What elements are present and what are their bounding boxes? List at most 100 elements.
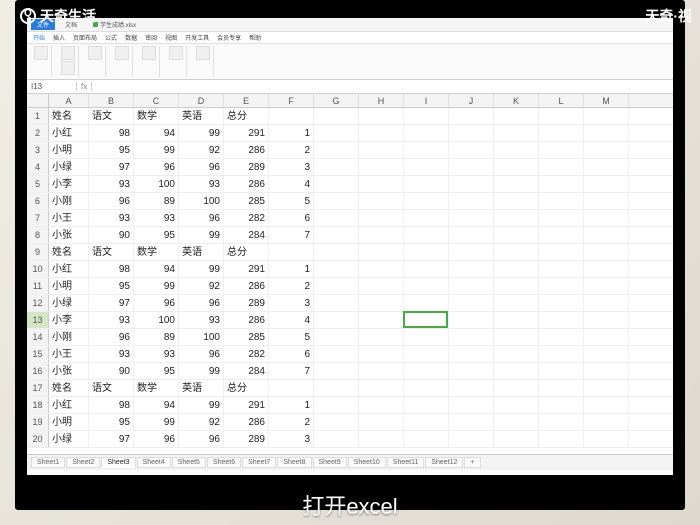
sheet-tab[interactable]: Sheet10 xyxy=(348,457,386,468)
cell[interactable]: 小红 xyxy=(49,261,89,277)
cell[interactable] xyxy=(359,363,404,379)
cell[interactable] xyxy=(314,159,359,175)
cell[interactable]: 96 xyxy=(179,210,224,226)
cell[interactable] xyxy=(359,261,404,277)
cell[interactable]: 285 xyxy=(224,193,269,209)
cell[interactable]: 96 xyxy=(179,346,224,362)
menu-item[interactable]: 帮助 xyxy=(249,33,261,42)
cell[interactable] xyxy=(449,142,494,158)
cell[interactable] xyxy=(584,176,629,192)
cell[interactable]: 100 xyxy=(134,176,179,192)
cell[interactable] xyxy=(359,125,404,141)
row-header[interactable]: 16 xyxy=(27,363,49,379)
row-header[interactable]: 7 xyxy=(27,210,49,226)
cell[interactable]: 289 xyxy=(224,431,269,447)
cell[interactable]: 99 xyxy=(134,142,179,158)
menu-item[interactable]: 数据 xyxy=(125,33,137,42)
cell[interactable]: 97 xyxy=(89,431,134,447)
cell[interactable]: 7 xyxy=(269,227,314,243)
add-sheet-button[interactable]: + xyxy=(464,457,480,468)
name-box[interactable]: I13 xyxy=(27,82,77,91)
cell[interactable] xyxy=(584,363,629,379)
cell[interactable]: 99 xyxy=(179,397,224,413)
cell[interactable]: 5 xyxy=(269,329,314,345)
cell[interactable]: 96 xyxy=(134,295,179,311)
cell[interactable]: 289 xyxy=(224,295,269,311)
cell[interactable] xyxy=(359,176,404,192)
cell[interactable] xyxy=(539,312,584,328)
cell[interactable] xyxy=(404,261,449,277)
row-header[interactable]: 8 xyxy=(27,227,49,243)
cell[interactable] xyxy=(314,380,359,396)
cell[interactable]: 96 xyxy=(89,329,134,345)
sheet-tab[interactable]: Sheet2 xyxy=(66,457,100,468)
cell[interactable] xyxy=(314,193,359,209)
cell[interactable] xyxy=(539,159,584,175)
cell[interactable]: 93 xyxy=(134,346,179,362)
font-button[interactable] xyxy=(61,46,75,60)
cell[interactable] xyxy=(449,380,494,396)
cell[interactable]: 总分 xyxy=(224,380,269,396)
cell[interactable]: 5 xyxy=(269,193,314,209)
cell[interactable]: 98 xyxy=(89,261,134,277)
cell[interactable]: 291 xyxy=(224,261,269,277)
cell[interactable]: 93 xyxy=(89,176,134,192)
cell[interactable] xyxy=(269,244,314,260)
cell[interactable] xyxy=(449,397,494,413)
cell[interactable] xyxy=(404,210,449,226)
row-header[interactable]: 18 xyxy=(27,397,49,413)
cell[interactable]: 小绿 xyxy=(49,159,89,175)
cell[interactable] xyxy=(584,261,629,277)
column-header[interactable]: D xyxy=(179,94,224,107)
cell[interactable] xyxy=(584,431,629,447)
cell[interactable]: 99 xyxy=(179,363,224,379)
cell[interactable] xyxy=(494,261,539,277)
cell[interactable]: 100 xyxy=(134,312,179,328)
bold-button[interactable] xyxy=(61,61,75,75)
cell[interactable] xyxy=(314,125,359,141)
cell[interactable]: 小绿 xyxy=(49,295,89,311)
cell[interactable] xyxy=(494,312,539,328)
sheet-tab[interactable]: Sheet1 xyxy=(31,457,65,468)
cell[interactable] xyxy=(539,329,584,345)
cell[interactable] xyxy=(539,363,584,379)
cell[interactable] xyxy=(359,414,404,430)
cell[interactable] xyxy=(449,193,494,209)
row-header[interactable]: 2 xyxy=(27,125,49,141)
cell[interactable] xyxy=(584,108,629,124)
row-header[interactable]: 20 xyxy=(27,431,49,447)
menu-item[interactable]: 会员专享 xyxy=(217,33,241,42)
cell[interactable]: 小绿 xyxy=(49,431,89,447)
cell[interactable]: 99 xyxy=(179,125,224,141)
cell[interactable]: 92 xyxy=(179,278,224,294)
cell[interactable]: 95 xyxy=(134,227,179,243)
cell[interactable]: 1 xyxy=(269,397,314,413)
cell[interactable]: 4 xyxy=(269,176,314,192)
cell[interactable]: 93 xyxy=(179,312,224,328)
column-header[interactable]: B xyxy=(89,94,134,107)
row-header[interactable]: 1 xyxy=(27,108,49,124)
cell[interactable]: 97 xyxy=(89,295,134,311)
cell[interactable] xyxy=(449,346,494,362)
cell[interactable] xyxy=(359,397,404,413)
cell[interactable]: 96 xyxy=(89,193,134,209)
cell[interactable] xyxy=(449,108,494,124)
row-header[interactable]: 14 xyxy=(27,329,49,345)
cell[interactable]: 100 xyxy=(179,329,224,345)
row-header[interactable]: 13 xyxy=(27,312,49,328)
cell[interactable] xyxy=(449,312,494,328)
cell[interactable]: 100 xyxy=(179,193,224,209)
cell[interactable] xyxy=(449,261,494,277)
cell[interactable] xyxy=(359,295,404,311)
cell[interactable] xyxy=(404,397,449,413)
cell[interactable] xyxy=(359,329,404,345)
cell[interactable] xyxy=(359,210,404,226)
cell[interactable] xyxy=(269,380,314,396)
cell[interactable] xyxy=(494,414,539,430)
cell[interactable]: 语文 xyxy=(89,108,134,124)
cell[interactable] xyxy=(539,380,584,396)
sheet-tab[interactable]: Sheet11 xyxy=(387,457,425,468)
cell[interactable] xyxy=(584,329,629,345)
cell[interactable] xyxy=(539,431,584,447)
cell[interactable] xyxy=(404,227,449,243)
